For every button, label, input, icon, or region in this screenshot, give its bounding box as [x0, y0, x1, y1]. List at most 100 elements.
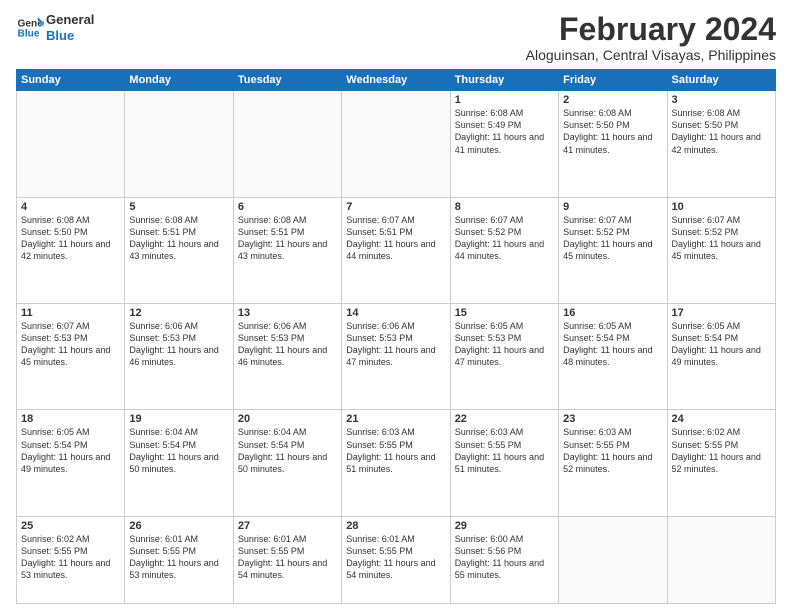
day-number: 13	[238, 307, 337, 319]
calendar-cell: 11Sunrise: 6:07 AM Sunset: 5:53 PM Dayli…	[17, 304, 125, 410]
day-number: 10	[672, 201, 771, 213]
day-info: Sunrise: 6:06 AM Sunset: 5:53 PM Dayligh…	[129, 320, 228, 369]
day-info: Sunrise: 6:08 AM Sunset: 5:50 PM Dayligh…	[672, 107, 771, 156]
week-row-4: 18Sunrise: 6:05 AM Sunset: 5:54 PM Dayli…	[17, 410, 776, 516]
calendar-cell	[342, 91, 450, 197]
day-number: 11	[21, 307, 120, 319]
page: General Blue General Blue February 2024 …	[0, 0, 792, 612]
day-info: Sunrise: 6:00 AM Sunset: 5:56 PM Dayligh…	[455, 533, 554, 582]
day-info: Sunrise: 6:03 AM Sunset: 5:55 PM Dayligh…	[346, 426, 445, 475]
calendar-cell: 18Sunrise: 6:05 AM Sunset: 5:54 PM Dayli…	[17, 410, 125, 516]
svg-text:Blue: Blue	[18, 28, 40, 39]
day-info: Sunrise: 6:03 AM Sunset: 5:55 PM Dayligh…	[455, 426, 554, 475]
header-row: General Blue General Blue February 2024 …	[16, 12, 776, 63]
day-info: Sunrise: 6:07 AM Sunset: 5:52 PM Dayligh…	[672, 214, 771, 263]
calendar-cell: 1Sunrise: 6:08 AM Sunset: 5:49 PM Daylig…	[450, 91, 558, 197]
calendar-cell: 5Sunrise: 6:08 AM Sunset: 5:51 PM Daylig…	[125, 197, 233, 303]
day-info: Sunrise: 6:01 AM Sunset: 5:55 PM Dayligh…	[238, 533, 337, 582]
calendar-cell: 22Sunrise: 6:03 AM Sunset: 5:55 PM Dayli…	[450, 410, 558, 516]
calendar-cell: 15Sunrise: 6:05 AM Sunset: 5:53 PM Dayli…	[450, 304, 558, 410]
day-number: 8	[455, 201, 554, 213]
calendar-cell	[17, 91, 125, 197]
calendar-cell: 7Sunrise: 6:07 AM Sunset: 5:51 PM Daylig…	[342, 197, 450, 303]
title-block: February 2024 Aloguinsan, Central Visaya…	[526, 12, 776, 63]
main-title: February 2024	[526, 12, 776, 47]
calendar-cell: 6Sunrise: 6:08 AM Sunset: 5:51 PM Daylig…	[233, 197, 341, 303]
day-info: Sunrise: 6:07 AM Sunset: 5:52 PM Dayligh…	[563, 214, 662, 263]
calendar-cell: 20Sunrise: 6:04 AM Sunset: 5:54 PM Dayli…	[233, 410, 341, 516]
calendar-cell: 14Sunrise: 6:06 AM Sunset: 5:53 PM Dayli…	[342, 304, 450, 410]
day-info: Sunrise: 6:05 AM Sunset: 5:54 PM Dayligh…	[563, 320, 662, 369]
day-info: Sunrise: 6:06 AM Sunset: 5:53 PM Dayligh…	[238, 320, 337, 369]
day-number: 7	[346, 201, 445, 213]
calendar-cell: 23Sunrise: 6:03 AM Sunset: 5:55 PM Dayli…	[559, 410, 667, 516]
day-info: Sunrise: 6:01 AM Sunset: 5:55 PM Dayligh…	[346, 533, 445, 582]
day-number: 22	[455, 413, 554, 425]
day-number: 3	[672, 94, 771, 106]
logo: General Blue General Blue	[16, 12, 94, 43]
day-number: 20	[238, 413, 337, 425]
calendar-cell: 29Sunrise: 6:00 AM Sunset: 5:56 PM Dayli…	[450, 516, 558, 603]
day-number: 23	[563, 413, 662, 425]
header-wednesday: Wednesday	[342, 70, 450, 91]
day-info: Sunrise: 6:08 AM Sunset: 5:51 PM Dayligh…	[129, 214, 228, 263]
day-number: 6	[238, 201, 337, 213]
day-info: Sunrise: 6:07 AM Sunset: 5:51 PM Dayligh…	[346, 214, 445, 263]
week-row-5: 25Sunrise: 6:02 AM Sunset: 5:55 PM Dayli…	[17, 516, 776, 603]
logo-blue: Blue	[46, 28, 94, 44]
day-info: Sunrise: 6:01 AM Sunset: 5:55 PM Dayligh…	[129, 533, 228, 582]
day-number: 25	[21, 520, 120, 532]
day-number: 17	[672, 307, 771, 319]
calendar-cell	[559, 516, 667, 603]
header-sunday: Sunday	[17, 70, 125, 91]
day-info: Sunrise: 6:05 AM Sunset: 5:53 PM Dayligh…	[455, 320, 554, 369]
day-number: 24	[672, 413, 771, 425]
day-info: Sunrise: 6:05 AM Sunset: 5:54 PM Dayligh…	[21, 426, 120, 475]
day-number: 14	[346, 307, 445, 319]
day-info: Sunrise: 6:02 AM Sunset: 5:55 PM Dayligh…	[672, 426, 771, 475]
day-number: 5	[129, 201, 228, 213]
logo-general: General	[46, 12, 94, 28]
calendar-cell: 17Sunrise: 6:05 AM Sunset: 5:54 PM Dayli…	[667, 304, 775, 410]
calendar-header-row: SundayMondayTuesdayWednesdayThursdayFrid…	[17, 70, 776, 91]
calendar-cell: 8Sunrise: 6:07 AM Sunset: 5:52 PM Daylig…	[450, 197, 558, 303]
calendar-cell	[125, 91, 233, 197]
calendar-cell: 21Sunrise: 6:03 AM Sunset: 5:55 PM Dayli…	[342, 410, 450, 516]
header-tuesday: Tuesday	[233, 70, 341, 91]
calendar-cell: 28Sunrise: 6:01 AM Sunset: 5:55 PM Dayli…	[342, 516, 450, 603]
day-number: 29	[455, 520, 554, 532]
day-number: 1	[455, 94, 554, 106]
logo-icon: General Blue	[16, 14, 44, 42]
day-number: 21	[346, 413, 445, 425]
calendar-body: 1Sunrise: 6:08 AM Sunset: 5:49 PM Daylig…	[17, 91, 776, 604]
calendar-cell: 10Sunrise: 6:07 AM Sunset: 5:52 PM Dayli…	[667, 197, 775, 303]
day-number: 15	[455, 307, 554, 319]
day-info: Sunrise: 6:06 AM Sunset: 5:53 PM Dayligh…	[346, 320, 445, 369]
calendar-cell: 13Sunrise: 6:06 AM Sunset: 5:53 PM Dayli…	[233, 304, 341, 410]
day-number: 28	[346, 520, 445, 532]
day-number: 26	[129, 520, 228, 532]
day-info: Sunrise: 6:08 AM Sunset: 5:50 PM Dayligh…	[21, 214, 120, 263]
day-number: 4	[21, 201, 120, 213]
header-friday: Friday	[559, 70, 667, 91]
day-info: Sunrise: 6:07 AM Sunset: 5:53 PM Dayligh…	[21, 320, 120, 369]
calendar-cell: 2Sunrise: 6:08 AM Sunset: 5:50 PM Daylig…	[559, 91, 667, 197]
calendar-cell: 12Sunrise: 6:06 AM Sunset: 5:53 PM Dayli…	[125, 304, 233, 410]
week-row-3: 11Sunrise: 6:07 AM Sunset: 5:53 PM Dayli…	[17, 304, 776, 410]
week-row-1: 1Sunrise: 6:08 AM Sunset: 5:49 PM Daylig…	[17, 91, 776, 197]
day-info: Sunrise: 6:03 AM Sunset: 5:55 PM Dayligh…	[563, 426, 662, 475]
calendar-cell: 25Sunrise: 6:02 AM Sunset: 5:55 PM Dayli…	[17, 516, 125, 603]
day-info: Sunrise: 6:08 AM Sunset: 5:49 PM Dayligh…	[455, 107, 554, 156]
day-info: Sunrise: 6:07 AM Sunset: 5:52 PM Dayligh…	[455, 214, 554, 263]
calendar-cell: 24Sunrise: 6:02 AM Sunset: 5:55 PM Dayli…	[667, 410, 775, 516]
day-number: 16	[563, 307, 662, 319]
day-info: Sunrise: 6:04 AM Sunset: 5:54 PM Dayligh…	[129, 426, 228, 475]
calendar-cell: 19Sunrise: 6:04 AM Sunset: 5:54 PM Dayli…	[125, 410, 233, 516]
day-number: 12	[129, 307, 228, 319]
calendar-cell: 9Sunrise: 6:07 AM Sunset: 5:52 PM Daylig…	[559, 197, 667, 303]
calendar-cell	[233, 91, 341, 197]
day-info: Sunrise: 6:05 AM Sunset: 5:54 PM Dayligh…	[672, 320, 771, 369]
header-saturday: Saturday	[667, 70, 775, 91]
day-number: 9	[563, 201, 662, 213]
calendar-cell: 4Sunrise: 6:08 AM Sunset: 5:50 PM Daylig…	[17, 197, 125, 303]
